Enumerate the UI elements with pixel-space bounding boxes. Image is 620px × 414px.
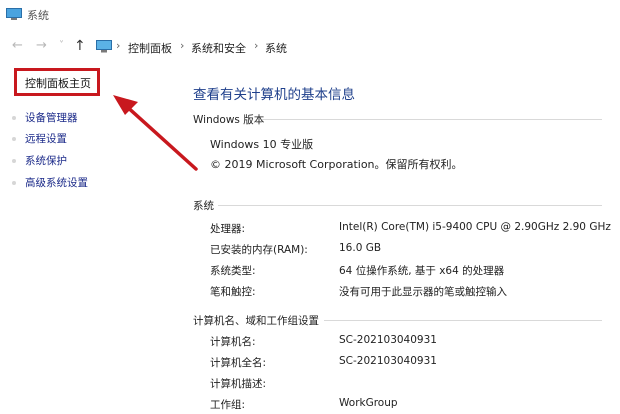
windows-edition-header: Windows 版本: [193, 114, 265, 126]
bullet-icon: [12, 159, 16, 163]
sidebar-remote-settings[interactable]: 远程设置: [25, 131, 67, 146]
pen-touch-value: 没有可用于此显示器的笔或触控输入: [339, 286, 507, 298]
up-button[interactable]: ↑: [74, 39, 86, 53]
breadcrumb-separator: ›: [254, 39, 259, 52]
sidebar-device-manager[interactable]: 设备管理器: [25, 110, 78, 125]
ram-label: 已安装的内存(RAM):: [210, 244, 308, 256]
sidebar-advanced-settings[interactable]: 高级系统设置: [25, 175, 88, 190]
breadcrumb-system[interactable]: 系统: [265, 40, 287, 56]
control-panel-icon: [96, 40, 112, 53]
system-icon: [6, 8, 22, 20]
title-bar: 系统: [0, 0, 620, 30]
forward-button[interactable]: →: [36, 39, 47, 53]
bullet-icon: [12, 116, 16, 120]
system-type-label: 系统类型:: [210, 265, 256, 277]
breadcrumb-control-panel[interactable]: 控制面板: [128, 40, 172, 56]
full-computer-name-label: 计算机全名:: [210, 357, 267, 369]
breadcrumb-system-security[interactable]: 系统和安全: [191, 40, 246, 56]
computer-name-header: 计算机名、域和工作组设置: [193, 315, 319, 327]
page-title: 查看有关计算机的基本信息: [193, 87, 355, 103]
workgroup-label: 工作组:: [210, 399, 246, 411]
copyright-text: © 2019 Microsoft Corporation。保留所有权利。: [210, 158, 463, 171]
sidebar-system-protection[interactable]: 系统保护: [25, 153, 67, 168]
processor-label: 处理器:: [210, 223, 246, 235]
computer-name-value: SC-202103040931: [339, 334, 437, 346]
workgroup-value: WorkGroup: [339, 397, 398, 409]
system-type-value: 64 位操作系统, 基于 x64 的处理器: [339, 265, 505, 277]
processor-value: Intel(R) Core(TM) i5-9400 CPU @ 2.90GHz …: [339, 221, 611, 233]
window-title: 系统: [27, 9, 49, 22]
divider: [262, 119, 602, 120]
bullet-icon: [12, 137, 16, 141]
computer-name-label: 计算机名:: [210, 336, 256, 348]
ram-value: 16.0 GB: [339, 242, 382, 254]
pen-touch-label: 笔和触控:: [210, 286, 256, 298]
breadcrumb-separator: ›: [180, 39, 185, 52]
bullet-icon: [12, 181, 16, 185]
system-header: 系统: [193, 200, 214, 212]
back-button[interactable]: ←: [12, 39, 23, 53]
windows-edition-name: Windows 10 专业版: [210, 138, 314, 151]
breadcrumb-separator: ›: [116, 39, 121, 52]
recent-locations-button[interactable]: ˅: [59, 39, 64, 53]
sidebar-home-link[interactable]: 控制面板主页: [14, 68, 100, 96]
full-computer-name-value: SC-202103040931: [339, 355, 437, 367]
divider: [218, 205, 602, 206]
address-bar: ← → ˅ ↑ › 控制面板 › 系统和安全 › 系统: [0, 30, 620, 64]
computer-description-label: 计算机描述:: [210, 378, 267, 390]
divider: [324, 320, 602, 321]
